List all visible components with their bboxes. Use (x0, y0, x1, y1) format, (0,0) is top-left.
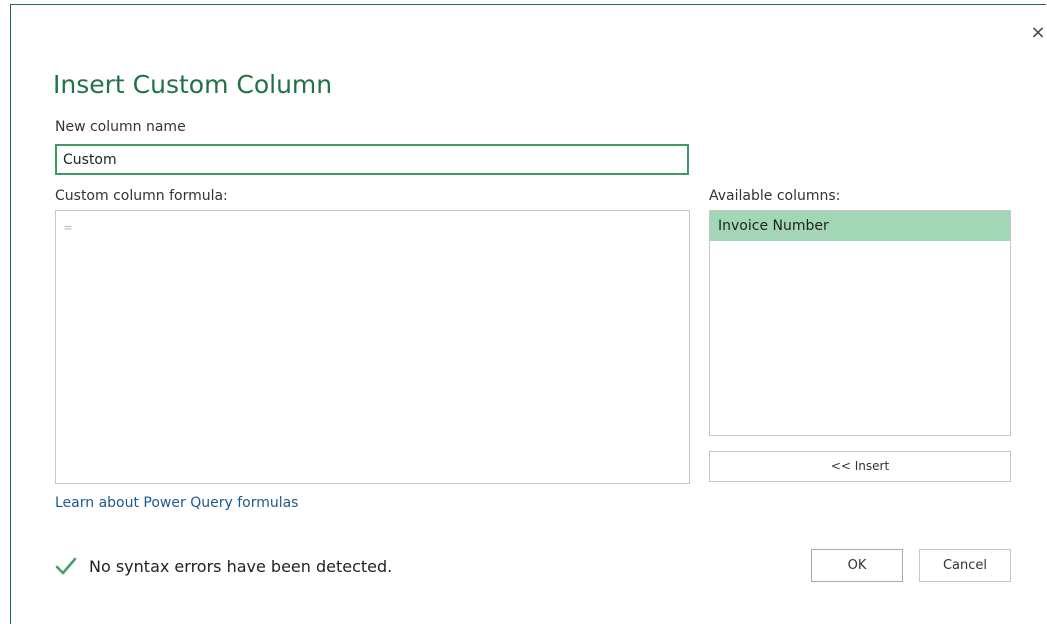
custom-column-formula-editor[interactable]: = (55, 210, 690, 484)
syntax-status: No syntax errors have been detected. (55, 556, 392, 576)
new-column-name-input[interactable] (55, 144, 689, 175)
list-item[interactable]: Invoice Number (710, 211, 1010, 241)
dialog-title: Insert Custom Column (53, 70, 333, 99)
checkmark-icon (55, 557, 77, 575)
new-column-name-label: New column name (55, 119, 186, 135)
available-columns-list[interactable]: Invoice Number (709, 210, 1011, 436)
cancel-button[interactable]: Cancel (919, 549, 1011, 582)
close-icon[interactable]: × (1026, 21, 1047, 45)
insert-button[interactable]: << Insert (709, 451, 1011, 482)
syntax-status-text: No syntax errors have been detected. (89, 556, 393, 576)
ok-button[interactable]: OK (811, 549, 903, 582)
learn-power-query-link[interactable]: Learn about Power Query formulas (55, 495, 298, 511)
available-columns-label: Available columns: (709, 188, 841, 204)
custom-column-formula-label: Custom column formula: (55, 188, 228, 204)
